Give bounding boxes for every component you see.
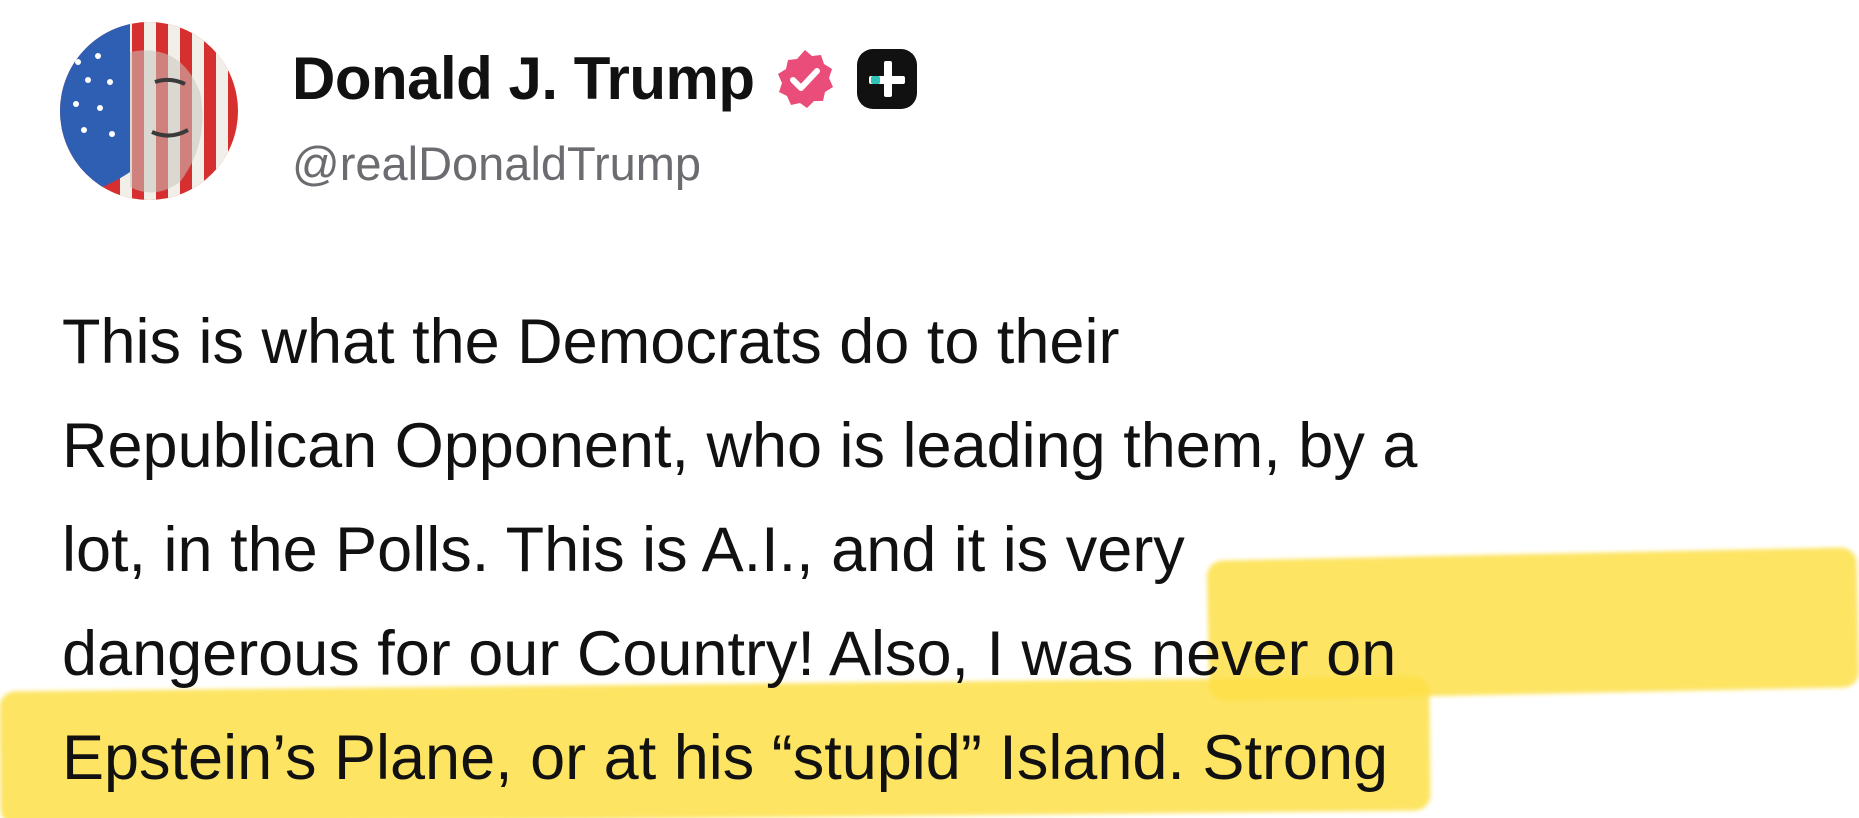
author-name-row: Donald J. Trump bbox=[292, 36, 919, 122]
avatar[interactable] bbox=[60, 22, 238, 200]
post-card: Donald J. Trump @realDonaldTrump This is… bbox=[0, 0, 1859, 818]
post-body-line: dangerous for our Country! Also, I was n… bbox=[62, 619, 1397, 689]
author-display-name[interactable]: Donald J. Trump bbox=[292, 49, 755, 109]
author-handle[interactable]: @realDonaldTrump bbox=[292, 140, 701, 187]
post-body-line: Epstein’s Plane, or at his “stupid” Isla… bbox=[62, 723, 1389, 793]
avatar-image bbox=[60, 22, 238, 200]
post-body-line: Republican Opponent, who is leading them… bbox=[62, 411, 1418, 481]
post-body-line: lot, in the Polls. This is A.I., and it … bbox=[62, 515, 1185, 585]
plus-badge-icon bbox=[855, 47, 919, 111]
post-body: This is what the Democrats do to their R… bbox=[62, 290, 1852, 810]
post-body-line: This is what the Democrats do to their bbox=[62, 307, 1120, 377]
verified-badge-icon bbox=[773, 47, 837, 111]
